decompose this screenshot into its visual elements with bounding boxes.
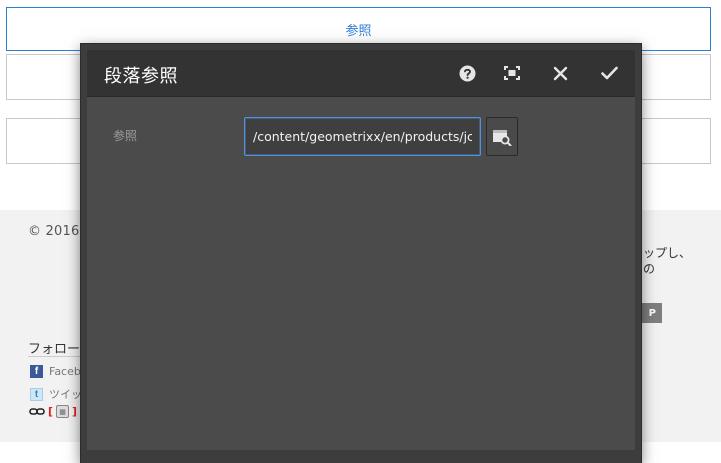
reference-field-label: 参照 bbox=[113, 129, 138, 143]
follow-divider bbox=[28, 356, 88, 357]
help-icon bbox=[459, 65, 475, 81]
feed-icon: ▦ bbox=[56, 405, 70, 418]
link-chain-icon bbox=[29, 408, 45, 415]
help-button[interactable] bbox=[456, 62, 478, 84]
paragraph-reference-dialog: 段落参照 参照 /content/geometrixx/en/products/… bbox=[81, 44, 641, 463]
browse-path-button[interactable] bbox=[486, 117, 518, 156]
social-link-facebook[interactable]: f Facebo bbox=[30, 365, 88, 378]
twitter-icon: t bbox=[30, 387, 43, 401]
header-divider bbox=[87, 96, 635, 97]
folder-search-icon bbox=[493, 129, 512, 146]
done-button[interactable] bbox=[598, 62, 620, 84]
reference-bar-label: 参照 bbox=[345, 23, 372, 39]
fullscreen-icon bbox=[504, 66, 520, 80]
social-link-twitter[interactable]: t ツイッ bbox=[30, 386, 82, 402]
reference-path-input[interactable] bbox=[244, 117, 481, 156]
dialog-body: 段落参照 参照 /content/geometrixx/en/products/… bbox=[87, 50, 635, 450]
facebook-icon: f bbox=[30, 365, 43, 378]
dialog-title: 段落参照 bbox=[104, 66, 178, 87]
dialog-header[interactable]: 段落参照 bbox=[87, 50, 635, 96]
rss-row[interactable]: [ ▦ ] bbox=[29, 405, 77, 418]
close-button[interactable] bbox=[549, 62, 571, 84]
close-icon bbox=[553, 66, 567, 80]
check-icon bbox=[600, 66, 618, 80]
social-label-twitter: ツイッ bbox=[49, 388, 82, 401]
bracket-right: ] bbox=[72, 405, 78, 418]
fullscreen-button[interactable] bbox=[501, 62, 523, 84]
follow-heading: フォロー bbox=[28, 342, 81, 357]
bracket-left: [ bbox=[48, 405, 54, 418]
